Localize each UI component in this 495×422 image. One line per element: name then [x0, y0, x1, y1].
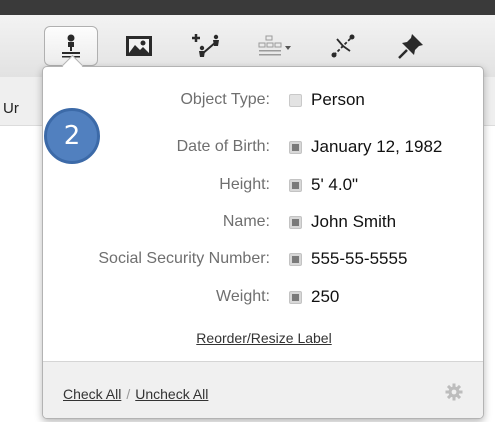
field-label: Social Security Number: — [98, 250, 270, 267]
field-label: Weight: — [216, 288, 270, 305]
network-tool-button[interactable] — [316, 26, 370, 66]
date-of-birth-checkbox[interactable] — [289, 141, 302, 154]
field-value: January 12, 1982 — [311, 137, 443, 156]
field-value: 250 — [311, 287, 340, 306]
pin-icon — [396, 31, 426, 61]
field-row-object-type[interactable]: Object Type: Person — [43, 89, 483, 113]
top-bar — [0, 0, 495, 15]
layout-tool-button[interactable] — [248, 26, 302, 66]
weight-checkbox[interactable] — [289, 291, 302, 304]
field-row-height[interactable]: Height: 5' 4.0" — [43, 174, 483, 198]
popover-footer: Check All / Uncheck All — [43, 361, 483, 418]
check-all-link[interactable]: Check All — [63, 386, 121, 402]
image-tool-button[interactable] — [112, 26, 166, 66]
name-checkbox[interactable] — [289, 216, 302, 229]
uncheck-all-link[interactable]: Uncheck All — [135, 386, 208, 402]
image-icon — [125, 35, 153, 57]
layout-icon — [258, 34, 292, 58]
field-row-date-of-birth[interactable]: Date of Birth: January 12, 1982 — [43, 136, 483, 160]
reorder-resize-label-link[interactable]: Reorder/Resize Label — [43, 330, 483, 346]
field-label: Height: — [219, 176, 270, 193]
field-value: 555-55-5555 — [311, 249, 408, 268]
field-label: Object Type: — [180, 91, 270, 108]
field-value: Person — [311, 90, 365, 109]
background-partial-text: Ur — [3, 100, 19, 117]
add-link-tool-button[interactable] — [180, 26, 234, 66]
field-label: Name: — [222, 213, 270, 230]
field-row-name[interactable]: Name: John Smith — [43, 211, 483, 235]
step-number-badge: 2 — [44, 108, 100, 164]
link-network-icon — [328, 31, 358, 61]
object-type-checkbox[interactable] — [289, 94, 302, 107]
footer-links: Check All / Uncheck All — [63, 386, 208, 402]
field-value: 5' 4.0" — [311, 175, 359, 194]
field-label: Date of Birth: — [176, 138, 270, 155]
pin-tool-button[interactable] — [384, 26, 438, 66]
ssn-checkbox[interactable] — [289, 253, 302, 266]
gear-icon[interactable] — [445, 383, 463, 406]
label-fields-popover: Object Type: Person Date of Birth: Janua… — [42, 66, 484, 419]
add-link-icon — [190, 32, 224, 60]
height-checkbox[interactable] — [289, 179, 302, 192]
field-value: John Smith — [311, 212, 397, 231]
field-row-weight[interactable]: Weight: 250 — [43, 286, 483, 310]
field-row-ssn[interactable]: Social Security Number: 555-55-5555 — [43, 248, 483, 272]
footer-separator: / — [126, 386, 131, 402]
